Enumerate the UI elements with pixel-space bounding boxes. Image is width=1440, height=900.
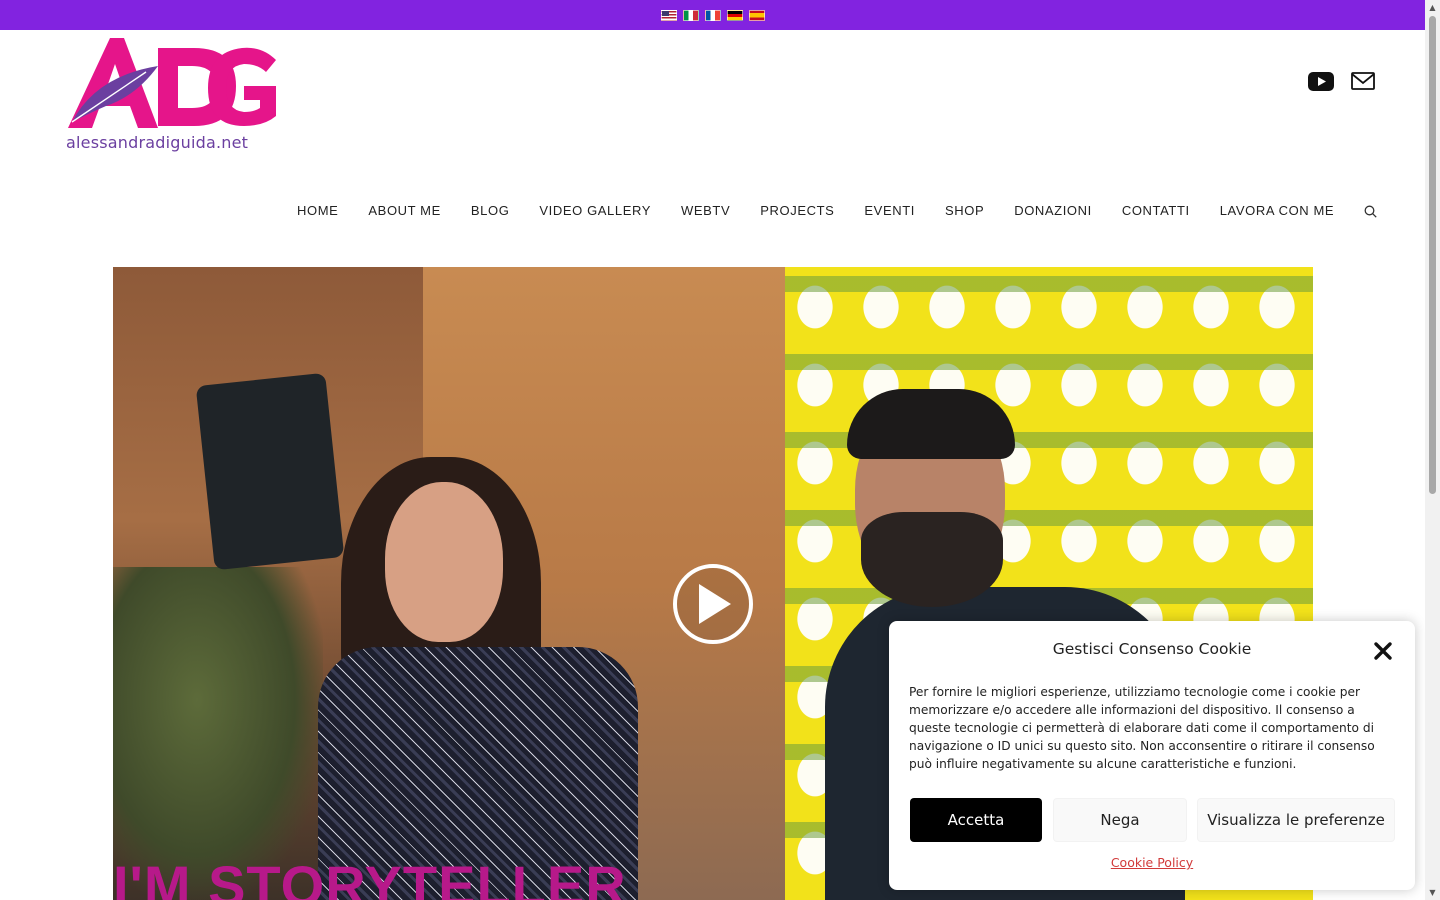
nav-item-contatti[interactable]: CONTATTI — [1107, 202, 1205, 220]
nav-item-home[interactable]: HOME — [282, 202, 353, 220]
close-icon[interactable] — [1371, 639, 1395, 663]
nav-item-donazioni[interactable]: DONAZIONI — [999, 202, 1107, 220]
hero-overlay-text: I'M STORYTELLER — [113, 854, 627, 900]
language-bar — [0, 0, 1425, 30]
logo-mark — [68, 38, 276, 128]
social-links — [1308, 70, 1376, 92]
youtube-icon[interactable] — [1308, 70, 1334, 92]
flag-en-icon[interactable] — [660, 9, 677, 21]
page-scrollbar[interactable]: ▲ ▼ — [1425, 0, 1440, 900]
flag-es-icon[interactable] — [748, 9, 765, 21]
deny-button[interactable]: Nega — [1053, 798, 1187, 842]
nav-item-video-gallery[interactable]: VIDEO GALLERY — [524, 202, 666, 220]
speaker-image — [195, 372, 345, 571]
nav-item-about-me[interactable]: ABOUT ME — [353, 202, 455, 220]
logo-text: alessandradiguida.net — [66, 133, 249, 152]
view-preferences-button[interactable]: Visualizza le preferenze — [1197, 798, 1395, 842]
nav-item-lavora-con-me[interactable]: LAVORA CON ME — [1205, 202, 1349, 220]
scroll-up-icon[interactable]: ▲ — [1428, 3, 1437, 12]
mail-icon[interactable] — [1350, 70, 1376, 92]
cookie-dialog-title: Gestisci Consenso Cookie — [1052, 640, 1252, 658]
main-nav: HOME ABOUT ME BLOG VIDEO GALLERY WEBTV P… — [282, 202, 1392, 220]
play-icon[interactable] — [673, 564, 753, 644]
cookie-consent-dialog: Gestisci Consenso Cookie Per fornire le … — [889, 621, 1415, 890]
nav-item-projects[interactable]: PROJECTS — [745, 202, 849, 220]
nav-item-webtv[interactable]: WEBTV — [666, 202, 745, 220]
cookie-dialog-body: Per fornire le migliori esperienze, util… — [909, 685, 1375, 771]
search-icon[interactable] — [1349, 205, 1392, 218]
scroll-thumb[interactable] — [1429, 16, 1436, 494]
page: alessandradiguida.net HOME ABOUT ME BLOG… — [0, 0, 1440, 900]
site-logo[interactable]: alessandradiguida.net — [66, 36, 278, 156]
nav-item-shop[interactable]: SHOP — [930, 202, 999, 220]
scroll-down-icon[interactable]: ▼ — [1428, 888, 1437, 897]
nav-item-blog[interactable]: BLOG — [456, 202, 525, 220]
flag-it-icon[interactable] — [682, 9, 699, 21]
cookie-policy-link[interactable]: Cookie Policy — [889, 855, 1415, 870]
accept-button[interactable]: Accetta — [910, 798, 1042, 842]
flag-de-icon[interactable] — [726, 9, 743, 21]
nav-item-eventi[interactable]: EVENTI — [849, 202, 930, 220]
flag-fr-icon[interactable] — [704, 9, 721, 21]
